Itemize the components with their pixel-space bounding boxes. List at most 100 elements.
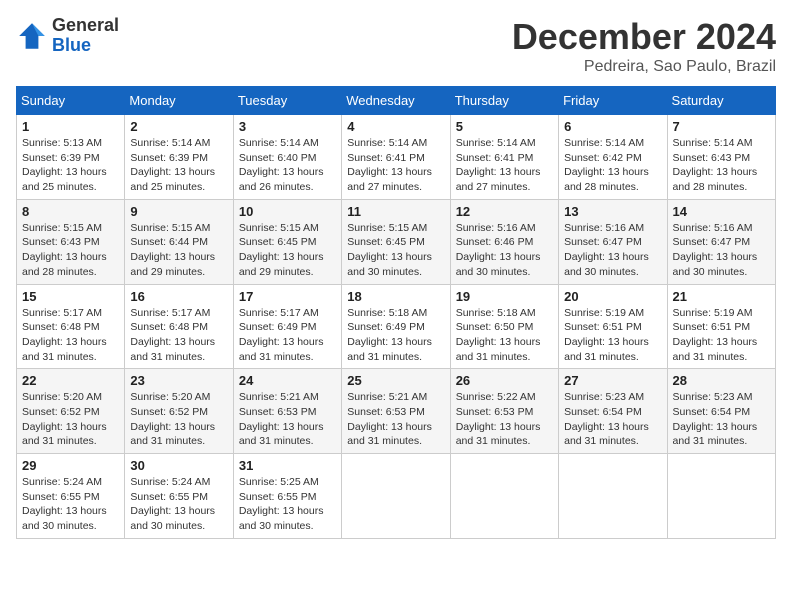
calendar-cell: 30Sunrise: 5:24 AMSunset: 6:55 PMDayligh… [125,454,233,539]
logo-general: General [52,16,119,36]
calendar-cell: 7 Sunrise: 5:14 AMSunset: 6:43 PMDaylight… [667,115,775,200]
calendar-cell: 19 Sunrise: 5:18 AMSunset: 6:50 PMDayligh… [450,284,558,369]
calendar-cell [450,454,558,539]
day-info: Sunrise: 5:24 AMSunset: 6:55 PMDaylight:… [22,475,119,534]
weekday-header-tuesday: Tuesday [233,87,341,115]
calendar-week-row: 1 Sunrise: 5:13 AMSunset: 6:39 PMDaylight… [17,115,776,200]
day-number: 22 [22,373,119,388]
calendar-cell: 23 Sunrise: 5:20 AMSunset: 6:52 PMDayligh… [125,369,233,454]
weekday-header-wednesday: Wednesday [342,87,450,115]
day-number: 16 [130,289,227,304]
calendar-cell: 26Sunrise: 5:22 AMSunset: 6:53 PMDayligh… [450,369,558,454]
day-info: Sunrise: 5:19 AMSunset: 6:51 PMDaylight:… [564,306,661,365]
calendar-cell: 15Sunrise: 5:17 AMSunset: 6:48 PMDayligh… [17,284,125,369]
day-number: 9 [130,204,227,219]
day-info: Sunrise: 5:13 AMSunset: 6:39 PMDaylight:… [22,136,119,195]
day-info: Sunrise: 5:22 AMSunset: 6:53 PMDaylight:… [456,390,553,449]
day-number: 31 [239,458,336,473]
weekday-header-row: SundayMondayTuesdayWednesdayThursdayFrid… [17,87,776,115]
calendar-cell: 20 Sunrise: 5:19 AMSunset: 6:51 PMDayligh… [559,284,667,369]
day-info: Sunrise: 5:20 AMSunset: 6:52 PMDaylight:… [22,390,119,449]
calendar-cell: 1 Sunrise: 5:13 AMSunset: 6:39 PMDaylight… [17,115,125,200]
logo-icon [16,20,48,52]
location: Pedreira, Sao Paulo, Brazil [512,58,776,76]
day-number: 29 [22,458,119,473]
weekday-header-saturday: Saturday [667,87,775,115]
day-info: Sunrise: 5:16 AMSunset: 6:46 PMDaylight:… [456,221,553,280]
calendar-cell: 5 Sunrise: 5:14 AMSunset: 6:41 PMDaylight… [450,115,558,200]
calendar-cell: 11Sunrise: 5:15 AMSunset: 6:45 PMDayligh… [342,199,450,284]
logo: General Blue [16,16,119,56]
logo-blue: Blue [52,36,119,56]
day-number: 10 [239,204,336,219]
weekday-header-monday: Monday [125,87,233,115]
calendar-cell: 17Sunrise: 5:17 AMSunset: 6:49 PMDayligh… [233,284,341,369]
calendar-week-row: 29 Sunrise: 5:24 AMSunset: 6:55 PMDayligh… [17,454,776,539]
day-number: 24 [239,373,336,388]
day-number: 20 [564,289,661,304]
calendar-cell: 25Sunrise: 5:21 AMSunset: 6:53 PMDayligh… [342,369,450,454]
day-info: Sunrise: 5:17 AMSunset: 6:48 PMDaylight:… [130,306,227,365]
day-info: Sunrise: 5:23 AMSunset: 6:54 PMDaylight:… [673,390,770,449]
day-info: Sunrise: 5:20 AMSunset: 6:52 PMDaylight:… [130,390,227,449]
day-number: 30 [130,458,227,473]
day-info: Sunrise: 5:21 AMSunset: 6:53 PMDaylight:… [239,390,336,449]
page-header: General Blue December 2024 Pedreira, Sao… [16,16,776,76]
day-number: 18 [347,289,444,304]
day-info: Sunrise: 5:14 AMSunset: 6:40 PMDaylight:… [239,136,336,195]
calendar-cell: 27 Sunrise: 5:23 AMSunset: 6:54 PMDayligh… [559,369,667,454]
calendar-cell: 16 Sunrise: 5:17 AMSunset: 6:48 PMDayligh… [125,284,233,369]
calendar-cell: 21 Sunrise: 5:19 AMSunset: 6:51 PMDayligh… [667,284,775,369]
day-info: Sunrise: 5:16 AMSunset: 6:47 PMDaylight:… [564,221,661,280]
weekday-header-friday: Friday [559,87,667,115]
day-info: Sunrise: 5:14 AMSunset: 6:42 PMDaylight:… [564,136,661,195]
calendar-cell: 3 Sunrise: 5:14 AMSunset: 6:40 PMDaylight… [233,115,341,200]
day-info: Sunrise: 5:15 AMSunset: 6:43 PMDaylight:… [22,221,119,280]
day-number: 8 [22,204,119,219]
calendar-cell: 18 Sunrise: 5:18 AMSunset: 6:49 PMDayligh… [342,284,450,369]
day-number: 19 [456,289,553,304]
day-number: 6 [564,119,661,134]
day-number: 5 [456,119,553,134]
day-info: Sunrise: 5:16 AMSunset: 6:47 PMDaylight:… [673,221,770,280]
day-number: 28 [673,373,770,388]
day-info: Sunrise: 5:14 AMSunset: 6:39 PMDaylight:… [130,136,227,195]
month-title: December 2024 [512,16,776,58]
day-info: Sunrise: 5:17 AMSunset: 6:48 PMDaylight:… [22,306,119,365]
day-info: Sunrise: 5:14 AMSunset: 6:43 PMDaylight:… [673,136,770,195]
day-number: 17 [239,289,336,304]
day-number: 14 [673,204,770,219]
day-number: 1 [22,119,119,134]
calendar-cell: 4 Sunrise: 5:14 AMSunset: 6:41 PMDaylight… [342,115,450,200]
day-info: Sunrise: 5:15 AMSunset: 6:44 PMDaylight:… [130,221,227,280]
calendar-cell: 29 Sunrise: 5:24 AMSunset: 6:55 PMDayligh… [17,454,125,539]
calendar-cell: 13Sunrise: 5:16 AMSunset: 6:47 PMDayligh… [559,199,667,284]
calendar-cell [559,454,667,539]
day-info: Sunrise: 5:14 AMSunset: 6:41 PMDaylight:… [347,136,444,195]
day-number: 4 [347,119,444,134]
calendar-cell: 24 Sunrise: 5:21 AMSunset: 6:53 PMDayligh… [233,369,341,454]
day-info: Sunrise: 5:14 AMSunset: 6:41 PMDaylight:… [456,136,553,195]
day-number: 23 [130,373,227,388]
calendar-cell: 2Sunrise: 5:14 AMSunset: 6:39 PMDaylight… [125,115,233,200]
day-info: Sunrise: 5:19 AMSunset: 6:51 PMDaylight:… [673,306,770,365]
day-number: 21 [673,289,770,304]
day-info: Sunrise: 5:25 AMSunset: 6:55 PMDaylight:… [239,475,336,534]
calendar-week-row: 8 Sunrise: 5:15 AMSunset: 6:43 PMDaylight… [17,199,776,284]
calendar-cell: 8 Sunrise: 5:15 AMSunset: 6:43 PMDaylight… [17,199,125,284]
weekday-header-sunday: Sunday [17,87,125,115]
day-info: Sunrise: 5:15 AMSunset: 6:45 PMDaylight:… [347,221,444,280]
calendar-cell: 31 Sunrise: 5:25 AMSunset: 6:55 PMDayligh… [233,454,341,539]
day-info: Sunrise: 5:18 AMSunset: 6:50 PMDaylight:… [456,306,553,365]
day-info: Sunrise: 5:18 AMSunset: 6:49 PMDaylight:… [347,306,444,365]
day-number: 3 [239,119,336,134]
title-block: December 2024 Pedreira, Sao Paulo, Brazi… [512,16,776,76]
calendar-cell [342,454,450,539]
day-number: 7 [673,119,770,134]
weekday-header-thursday: Thursday [450,87,558,115]
day-info: Sunrise: 5:23 AMSunset: 6:54 PMDaylight:… [564,390,661,449]
calendar-cell: 6 Sunrise: 5:14 AMSunset: 6:42 PMDaylight… [559,115,667,200]
day-number: 27 [564,373,661,388]
calendar-cell: 22 Sunrise: 5:20 AMSunset: 6:52 PMDayligh… [17,369,125,454]
calendar-week-row: 15Sunrise: 5:17 AMSunset: 6:48 PMDayligh… [17,284,776,369]
